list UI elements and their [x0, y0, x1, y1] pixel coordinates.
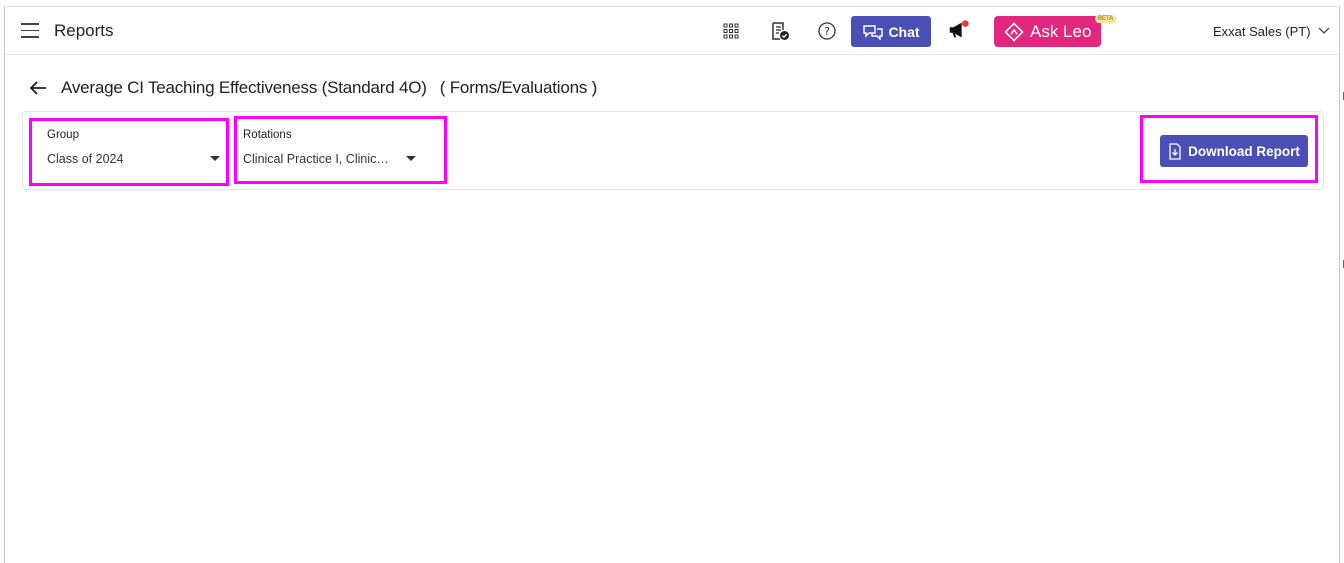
group-highlight: [29, 118, 229, 186]
leo-logo-icon: [1004, 21, 1024, 42]
chat-button[interactable]: Chat: [851, 16, 931, 47]
svg-text:?: ?: [824, 25, 830, 38]
ask-leo-button[interactable]: Ask Leo: [994, 16, 1101, 47]
app-title: Reports: [54, 21, 114, 40]
user-name[interactable]: Exxat Sales (PT): [1213, 24, 1311, 39]
chat-bubbles-icon: [863, 24, 884, 40]
top-bar: Reports ? Chat Ask Leo BETA Exxat Sales …: [5, 7, 1339, 55]
app-window: Reports ? Chat Ask Leo BETA Exxat Sales …: [4, 6, 1340, 563]
menu-icon[interactable]: [21, 23, 39, 39]
page-title: Average CI Teaching Effectiveness (Stand…: [61, 78, 427, 97]
beta-badge: BETA: [1095, 15, 1117, 23]
filter-panel: Group Class of 2024 Rotations Clinical P…: [22, 111, 1324, 190]
rotations-highlight: [234, 116, 447, 184]
report-check-icon[interactable]: [769, 20, 791, 42]
help-icon[interactable]: ?: [816, 20, 838, 42]
grid-icon[interactable]: [720, 20, 742, 42]
notification-dot: [962, 20, 969, 27]
chevron-down-icon[interactable]: [1317, 23, 1331, 37]
page-header: Average CI Teaching Effectiveness (Stand…: [27, 76, 597, 100]
download-highlight: [1140, 115, 1318, 183]
megaphone-icon[interactable]: [947, 19, 969, 41]
back-arrow-icon[interactable]: [27, 77, 49, 99]
page-subtitle: ( Forms/Evaluations ): [439, 78, 598, 97]
chat-label: Chat: [888, 23, 920, 40]
ask-leo-label: Ask Leo: [1030, 21, 1092, 41]
